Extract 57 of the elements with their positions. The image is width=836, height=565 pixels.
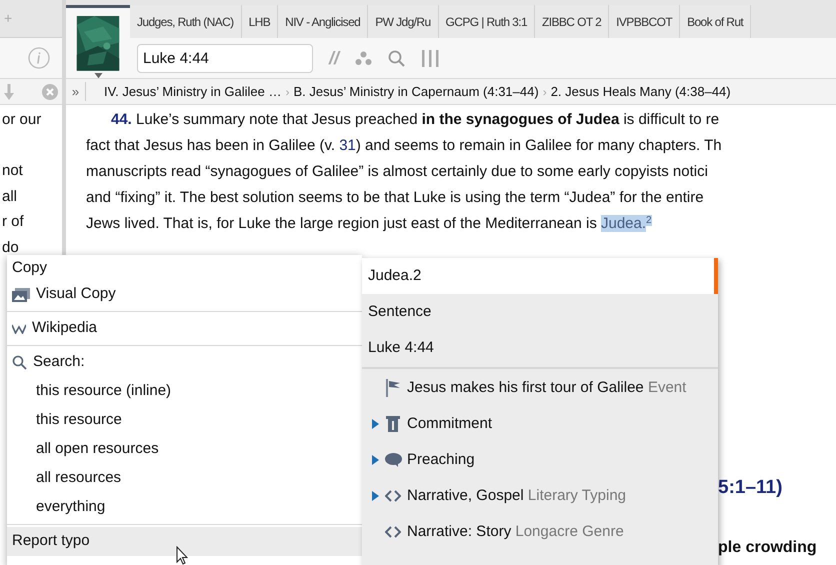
- topic-item[interactable]: Jesus makes his first tour of Galilee Event: [362, 370, 718, 406]
- menu-item[interactable]: Wikipedia: [7, 314, 362, 343]
- expand-arrow-icon[interactable]: [372, 455, 379, 465]
- selection-level[interactable]: Judea.2: [362, 258, 718, 294]
- info-icon[interactable]: [28, 47, 50, 69]
- expand-arrow-icon[interactable]: [372, 491, 379, 501]
- expand-arrow-icon[interactable]: [372, 419, 379, 429]
- down-arrow-icon[interactable]: [4, 84, 14, 100]
- menu-item[interactable]: all resources: [7, 464, 362, 493]
- code-brackets-icon: [385, 489, 401, 503]
- flag-icon: [385, 379, 401, 397]
- menu-item[interactable]: Copy: [7, 256, 362, 280]
- section-heading: 5:1–11): [718, 476, 782, 500]
- breadcrumb[interactable]: B. Jesus’ Ministry in Capernaum (4:31–44): [294, 82, 539, 102]
- speech-bubble-icon: [384, 453, 402, 467]
- columns-icon[interactable]: [421, 50, 440, 66]
- dots-icon[interactable]: [355, 50, 372, 66]
- menu-item[interactable]: Report typo: [7, 527, 362, 556]
- menu-item[interactable]: this resource: [7, 406, 362, 435]
- paragraph-line: Jews lived. That is, for Luke the large region just east of the Mediterranean is Judea.$^{2}$: [86, 214, 652, 234]
- search-icon[interactable]: [388, 50, 406, 66]
- selection-level[interactable]: Luke 4:44: [362, 330, 718, 366]
- text-line: r of: [1, 212, 24, 232]
- cover-tab[interactable]: [66, 5, 130, 78]
- text-line: or our: [1, 110, 42, 130]
- search-icon: [12, 355, 27, 370]
- text-line: do: [1, 238, 19, 258]
- topic-item[interactable]: Preaching: [362, 442, 718, 478]
- verse-link[interactable]: 31: [339, 137, 356, 154]
- text-line: not: [1, 161, 23, 182]
- menu-item[interactable]: Search:: [7, 348, 362, 377]
- chevron-icon: ›: [286, 82, 290, 100]
- w-icon: [12, 324, 26, 334]
- tab[interactable]: LHB: [242, 5, 278, 38]
- menu-item[interactable]: all open resources: [7, 435, 362, 464]
- topic-item[interactable]: Commitment: [362, 406, 718, 442]
- selection-level[interactable]: Sentence: [362, 294, 718, 330]
- text-line: ple crowding: [718, 538, 817, 558]
- paragraph-line: 44. Luke’s summary note that Jesus preached in the synagogues of Judea is difficult to re: [110, 110, 720, 130]
- paragraph-line: manuscripts read “synagogues of Galilee” is almost certainly due to some early copyists notici: [86, 162, 708, 182]
- topic-item[interactable]: Narrative, Gospel Literary Typing: [362, 478, 718, 514]
- paragraph-line: fact that Jesus has been in Galilee (v. 31) and seems to remain in Galilee for many chapters. Th: [86, 136, 722, 156]
- breadcrumb[interactable]: IV. Jesus’ Ministry in Galilee …: [104, 82, 282, 102]
- code-brackets-icon: [385, 525, 401, 539]
- clear-icon[interactable]: [42, 84, 58, 100]
- menu-item[interactable]: Visual Copy: [7, 280, 362, 309]
- topic-item[interactable]: Narrative: Story Longacre Genre: [362, 514, 718, 550]
- chevron-icon: ›: [542, 82, 547, 100]
- picture-icon: [12, 288, 30, 302]
- tab[interactable]: GCPG | Ruth 3:1: [438, 5, 536, 38]
- reference-field[interactable]: Luke 4:44: [137, 44, 313, 72]
- breadcrumb[interactable]: 2. Jesus Heals Many (4:38–44): [550, 82, 731, 102]
- menu-item[interactable]: this resource (inline): [7, 377, 362, 406]
- paragraph-line: and “fixing” it. The best solution seems to be that Luke is using the term “Judea” for the entire: [86, 188, 704, 208]
- text-line: all: [1, 186, 18, 207]
- menu-item[interactable]: everything: [7, 493, 362, 522]
- pillar-icon: [386, 416, 400, 432]
